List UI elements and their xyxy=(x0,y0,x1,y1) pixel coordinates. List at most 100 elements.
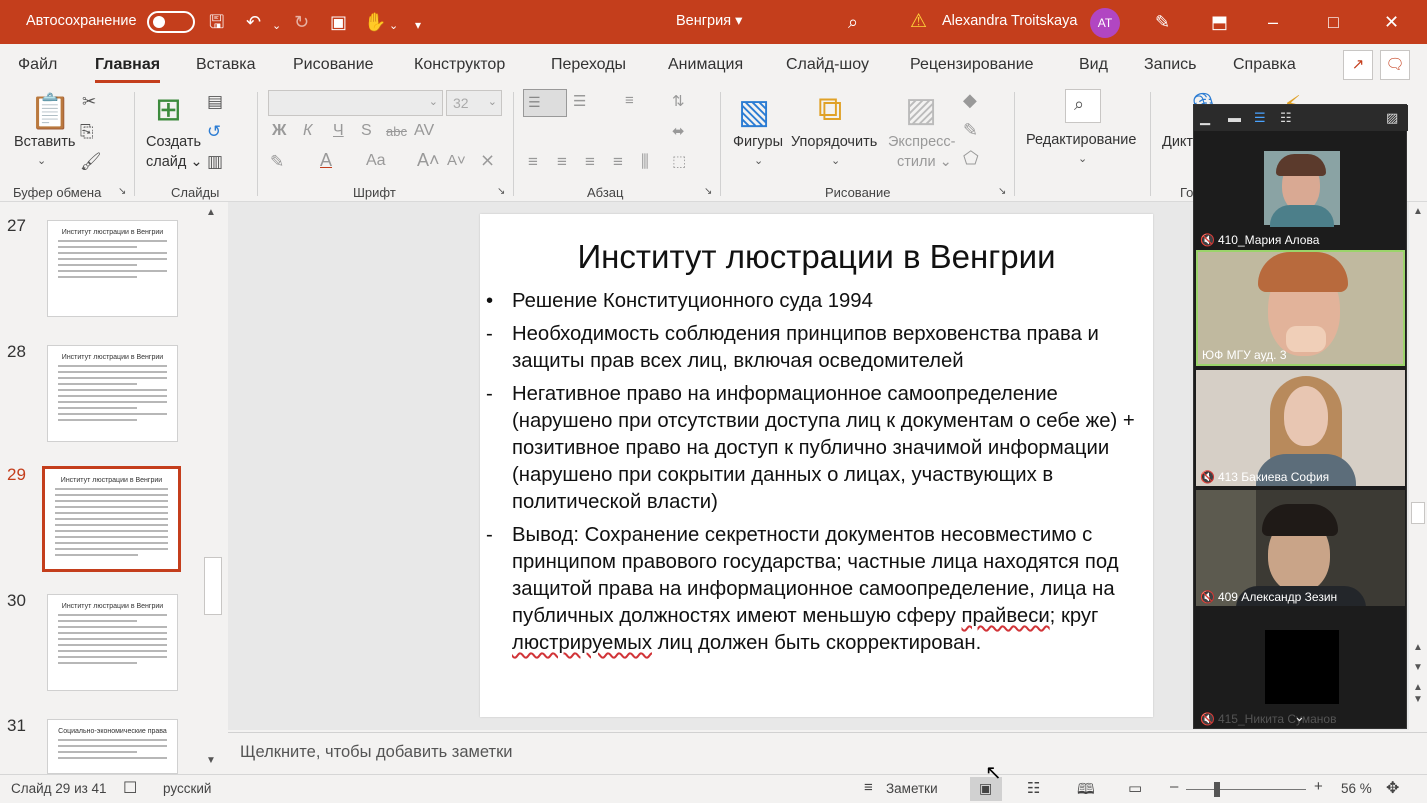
participant-tile[interactable]: ЮФ МГУ ауд. 3 xyxy=(1196,250,1405,366)
prev-slide-icon[interactable]: ▲ xyxy=(1413,682,1423,693)
notes-placeholder[interactable]: Щелкните, чтобы добавить заметки xyxy=(240,743,513,762)
editing-icon-box[interactable]: ⌕ xyxy=(1065,89,1101,123)
document-name[interactable]: Венгрия ▾ xyxy=(676,13,742,29)
quick-styles-button-line2[interactable]: стили ⌄ xyxy=(897,154,952,170)
undo-dropdown-icon[interactable]: ⌄ xyxy=(272,14,281,38)
canvas-scrollbar[interactable]: ▲ ▲ ▼ ▲ ▼ ▼ xyxy=(1409,202,1427,757)
accessibility-icon[interactable]: ☐ xyxy=(123,778,137,798)
underline-button[interactable]: Ч xyxy=(333,122,344,140)
minimize-video-icon[interactable]: ▁ xyxy=(1200,110,1210,126)
layout-icon[interactable]: ▤ xyxy=(207,92,223,112)
touch-mode-icon[interactable]: ✋ xyxy=(364,10,386,34)
arrange-dropdown-icon[interactable]: ⌄ xyxy=(831,154,840,167)
paragraph-launcher-icon[interactable]: ↘ xyxy=(704,186,712,197)
zoom-in-icon[interactable]: + xyxy=(1314,778,1323,795)
shape-effects-icon[interactable]: ⬠ xyxy=(963,148,979,169)
strikethrough-button[interactable]: abc xyxy=(386,124,407,139)
slideshow-icon[interactable]: ▭ xyxy=(1128,779,1142,797)
highlight-icon[interactable]: ✎ xyxy=(270,152,284,172)
slide-title[interactable]: Институт люстрации в Венгрии xyxy=(480,238,1153,276)
drawing-launcher-icon[interactable]: ↘ xyxy=(998,186,1006,197)
dictate-button[interactable]: Дикт xyxy=(1162,134,1193,150)
thumbnail-scrollbar[interactable]: ▲ ▼ xyxy=(202,205,222,770)
text-direction-icon[interactable]: ⇅ xyxy=(672,92,685,110)
maximize-icon[interactable]: □ xyxy=(1328,10,1339,34)
shape-fill-icon[interactable]: ◆ xyxy=(963,90,977,111)
slide-thumbnail-30[interactable]: Институт люстрации в Венгрии xyxy=(47,594,178,691)
tab-view[interactable]: Вид xyxy=(1079,56,1108,74)
paste-icon[interactable]: 📋 xyxy=(29,92,71,132)
tab-review[interactable]: Рецензирование xyxy=(910,56,1034,74)
quick-styles-button[interactable]: Экспресс- xyxy=(888,134,956,150)
smartart-icon[interactable]: ⬚ xyxy=(672,152,686,170)
scroll-thumb[interactable] xyxy=(1411,502,1425,524)
redo-icon[interactable]: ↻ xyxy=(294,10,309,34)
font-launcher-icon[interactable]: ↘ xyxy=(497,186,505,197)
warning-icon[interactable]: ⚠ xyxy=(910,10,927,33)
save-icon[interactable]: 🖫 xyxy=(209,10,224,34)
decrease-font-icon[interactable]: A˅ xyxy=(447,152,466,169)
shapes-button[interactable]: Фигуры xyxy=(733,134,783,150)
reset-icon[interactable]: ↺ xyxy=(207,122,221,142)
bold-button[interactable]: Ж xyxy=(272,122,286,140)
chevron-down-icon[interactable]: ⌄ xyxy=(1294,709,1305,725)
new-slide-icon[interactable]: ⊞ xyxy=(155,90,182,128)
format-painter-icon[interactable]: 🖌 xyxy=(80,152,102,172)
font-color-icon[interactable]: A xyxy=(320,150,332,171)
tab-draw[interactable]: Рисование xyxy=(293,56,374,74)
scroll-down-icon[interactable]: ▼ xyxy=(1413,662,1423,673)
participant-tile[interactable]: 🔇 410_Мария Алова xyxy=(1196,133,1405,249)
ribbon-display-icon[interactable]: ⬒ xyxy=(1211,10,1228,34)
clear-format-icon[interactable]: ⨯ xyxy=(480,150,495,171)
paste-button[interactable]: Вставить xyxy=(14,134,75,150)
slide-thumbnail-27[interactable]: Институт люстрации в Венгрии xyxy=(47,220,178,317)
font-size-combo[interactable]: 32 ⌄ xyxy=(446,90,502,116)
shapes-icon[interactable]: ▧ xyxy=(738,92,770,132)
shadow-button[interactable]: S xyxy=(361,122,372,140)
pen-icon[interactable]: ✎ xyxy=(1155,10,1170,34)
columns-icon[interactable]: ⫼ xyxy=(641,152,649,172)
tab-help[interactable]: Справка xyxy=(1233,56,1296,74)
bullets-button[interactable]: ☰ xyxy=(523,89,567,117)
presenter-icon[interactable]: ▣ xyxy=(330,10,347,34)
participant-tile[interactable]: 🔇 409 Александр Зезин xyxy=(1196,490,1405,606)
slide-thumbnail-28[interactable]: Институт люстрации в Венгрии xyxy=(47,345,178,442)
scroll-up-icon[interactable]: ▲ xyxy=(1413,642,1423,653)
slide-body[interactable]: • Решение Конституционного суда 1994 - Н… xyxy=(486,288,1146,663)
arrange-button[interactable]: Упорядочить xyxy=(791,134,877,150)
tab-file[interactable]: Файл xyxy=(18,56,57,74)
strip-view-icon[interactable]: ☰ xyxy=(1254,110,1266,126)
cut-icon[interactable]: ✂ xyxy=(82,92,96,112)
section-icon[interactable]: ▥ xyxy=(207,152,223,172)
tab-design[interactable]: Конструктор xyxy=(414,56,505,74)
char-spacing-icon[interactable]: AV xyxy=(414,122,434,140)
gallery-view-icon[interactable]: ☷ xyxy=(1280,110,1292,126)
zoom-slider[interactable] xyxy=(1186,789,1306,790)
touch-dropdown-icon[interactable]: ⌄ xyxy=(389,14,398,38)
clipboard-launcher-icon[interactable]: ↘ xyxy=(118,186,126,197)
close-icon[interactable]: ✕ xyxy=(1384,10,1399,34)
tab-home[interactable]: Главная xyxy=(95,56,161,83)
share-icon[interactable]: ↗ xyxy=(1343,50,1373,80)
align-text-icon[interactable]: ⬌ xyxy=(672,122,685,140)
zoom-slider-thumb[interactable] xyxy=(1214,782,1220,797)
next-slide-icon[interactable]: ▼ xyxy=(1413,694,1423,705)
tab-insert[interactable]: Вставка xyxy=(196,56,255,74)
slide-thumbnail-29[interactable]: Институт люстрации в Венгрии xyxy=(42,466,181,572)
editing-button[interactable]: Редактирование xyxy=(1026,132,1136,148)
language-indicator[interactable]: русский xyxy=(163,781,211,796)
justify-icon[interactable]: ≡ xyxy=(613,152,623,172)
paste-dropdown-icon[interactable]: ⌄ xyxy=(37,154,46,167)
undo-icon[interactable]: ↶ xyxy=(246,10,261,34)
align-left-icon[interactable]: ≡ xyxy=(528,152,538,172)
quick-styles-icon[interactable]: ▨ xyxy=(905,90,937,130)
align-right-icon[interactable]: ≡ xyxy=(585,152,595,172)
fit-to-window-icon[interactable]: ✥ xyxy=(1386,778,1399,798)
slide-thumbnail-31[interactable]: Социально-экономические права xyxy=(47,719,178,774)
tab-slideshow[interactable]: Слайд-шоу xyxy=(786,56,869,74)
tab-animations[interactable]: Анимация xyxy=(668,56,743,74)
slide[interactable]: Институт люстрации в Венгрии • Решение К… xyxy=(480,214,1153,717)
notes-pane[interactable]: Щелкните, чтобы добавить заметки xyxy=(228,732,1427,774)
customize-toolbar-icon[interactable]: ▾ xyxy=(415,13,421,37)
scroll-up-icon[interactable]: ▲ xyxy=(1413,206,1423,217)
